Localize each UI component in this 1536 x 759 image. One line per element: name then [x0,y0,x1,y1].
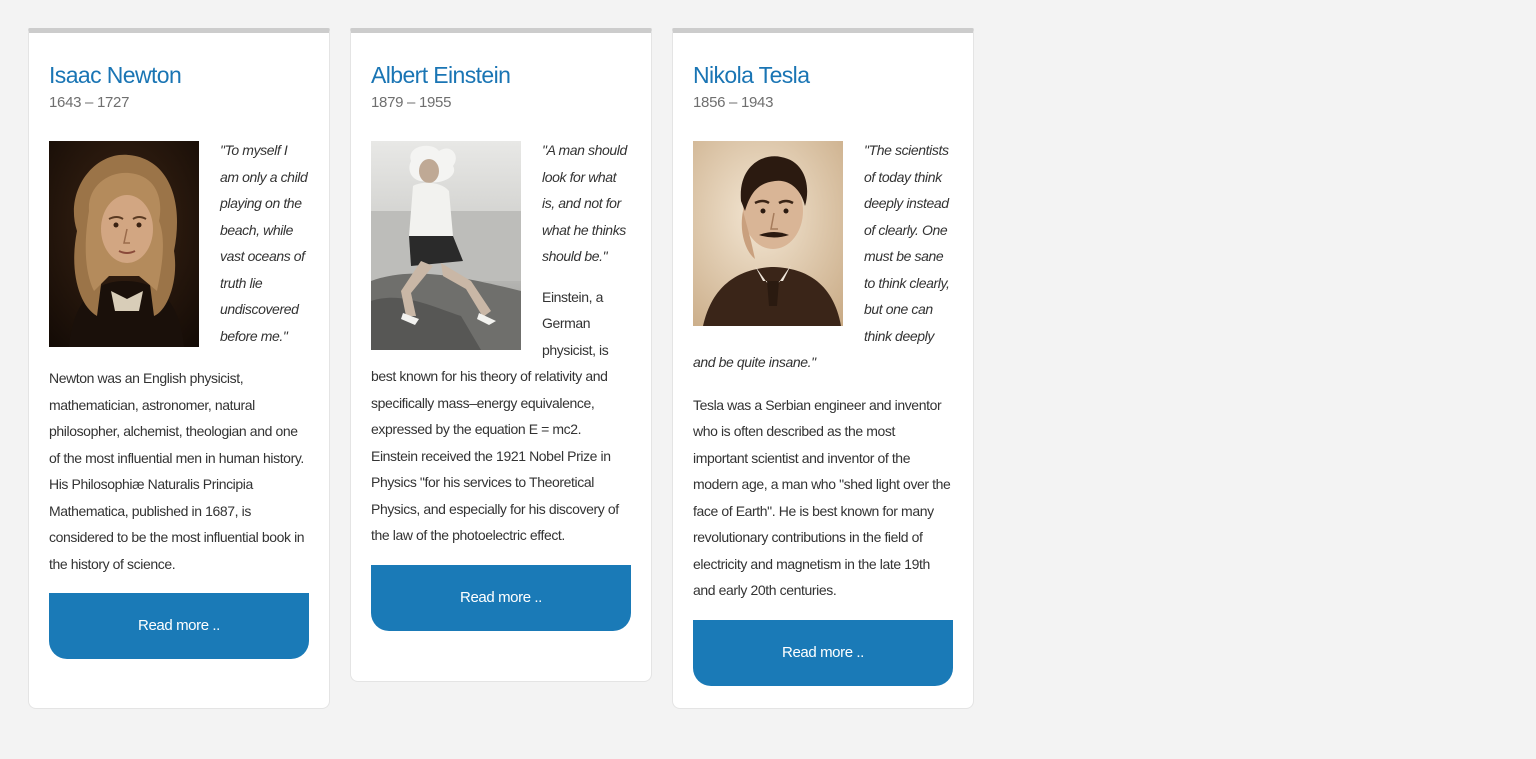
card-body: "The scientists of today think deeply in… [693,137,953,604]
scientist-card-tesla: Nikola Tesla 1856 – 1943 "The scientists… [672,28,974,709]
scientist-card-einstein: Albert Einstein 1879 – 1955 "A man shoul… [350,28,652,682]
read-more-button[interactable]: Read more .. [49,593,309,659]
card-body: "A man should look for what is, and not … [371,137,631,549]
read-more-button[interactable]: Read more .. [693,619,953,686]
scientist-card-newton: Isaac Newton 1643 – 1727 "To myself I am… [28,28,330,709]
tesla-portrait-image [693,141,843,326]
card-years: 1879 – 1955 [371,94,452,111]
card-title: Albert Einstein [371,62,511,88]
card-years: 1643 – 1727 [49,94,130,111]
card-bio: Tesla was a Serbian engineer and invento… [693,396,951,599]
einstein-portrait-image [371,141,521,350]
read-more-button[interactable]: Read more .. [371,564,631,631]
card-bio: Newton was an English physicist, mathema… [49,370,305,572]
card-title: Nikola Tesla [693,62,810,88]
card-body: "To myself I am only a child playing on … [49,137,309,577]
newton-portrait-image [49,141,199,347]
card-title: Isaac Newton [49,62,182,88]
card-years: 1856 – 1943 [693,94,774,111]
